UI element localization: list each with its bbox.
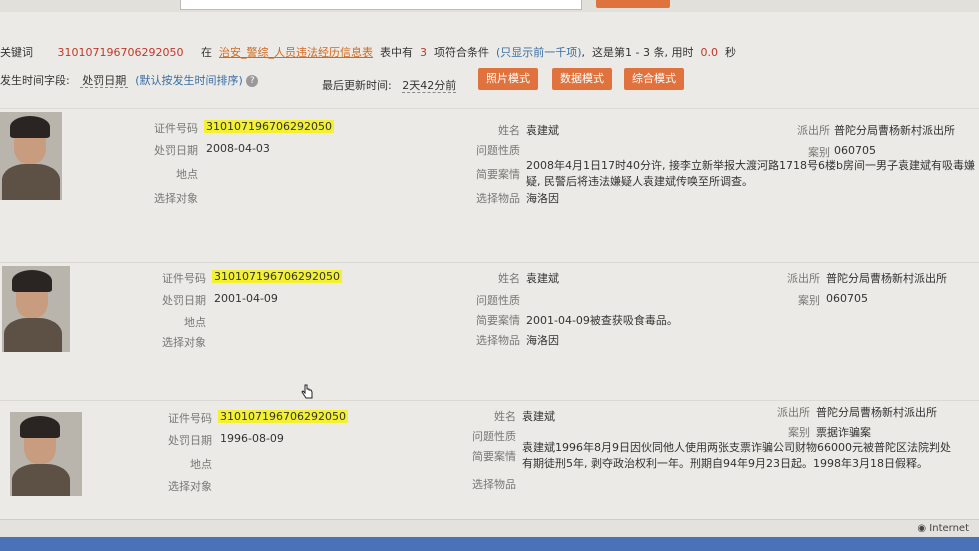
search-button[interactable] bbox=[596, 0, 670, 8]
place-label: 地点 bbox=[190, 458, 212, 471]
station-label: 派出所 bbox=[797, 124, 830, 137]
sort-label: 发生时间字段: bbox=[0, 74, 70, 87]
target-label: 选择对象 bbox=[154, 192, 198, 205]
place-label: 地点 bbox=[184, 316, 206, 329]
id-label: 证件号码 bbox=[168, 412, 212, 425]
case-label: 案别 bbox=[788, 426, 810, 439]
name-label: 姓名 bbox=[498, 124, 520, 137]
sort-hint: (默认按发生时间排序) bbox=[135, 74, 243, 87]
nature-label: 问题性质 bbox=[476, 144, 520, 157]
case-value: 060705 bbox=[826, 292, 868, 305]
station-value: 普陀分局曹杨新村派出所 bbox=[834, 124, 955, 137]
case-value: 票据诈骗案 bbox=[816, 426, 871, 439]
case-label: 案别 bbox=[808, 146, 830, 159]
date-value: 2008-04-03 bbox=[206, 142, 270, 155]
id-value: 310107196706292050 bbox=[218, 410, 348, 423]
summary-value: 2008年4月1日17时40分许, 接李立新举报大渡河路1718号6楼b房间一男… bbox=[526, 159, 975, 188]
person-photo[interactable] bbox=[2, 266, 70, 352]
nature-label: 问题性质 bbox=[472, 430, 516, 443]
time-unit: 秒 bbox=[725, 46, 736, 59]
data-mode-button[interactable]: 数据模式 bbox=[552, 68, 612, 90]
summary-label: 简要案情 bbox=[476, 168, 520, 181]
summary-label: 简要案情 bbox=[476, 314, 520, 327]
update-info: 最后更新时间: 2天42分前 bbox=[322, 77, 457, 93]
item-label: 选择物品 bbox=[476, 334, 520, 347]
place-label: 地点 bbox=[176, 168, 198, 181]
table-name-link[interactable]: 治安_警综_人员违法经历信息表 bbox=[219, 46, 373, 59]
update-label: 最后更新时间: bbox=[322, 79, 392, 92]
keyword-label: 关键词 bbox=[0, 46, 33, 59]
combined-mode-button[interactable]: 综合模式 bbox=[624, 68, 684, 90]
status-bar: ◉ Internet bbox=[0, 519, 979, 538]
divider bbox=[0, 400, 979, 401]
update-value: 2天42分前 bbox=[402, 79, 457, 93]
nature-label: 问题性质 bbox=[476, 294, 520, 307]
station-label: 派出所 bbox=[777, 406, 810, 419]
photo-mode-button[interactable]: 照片模式 bbox=[478, 68, 538, 90]
keyword-value: 310107196706292050 bbox=[57, 46, 184, 59]
taskbar bbox=[0, 537, 979, 551]
zone-label: Internet bbox=[929, 523, 969, 534]
sort-field-select[interactable]: 处罚日期 bbox=[80, 74, 129, 88]
item-label: 选择物品 bbox=[472, 478, 516, 491]
divider bbox=[0, 108, 979, 109]
item-value: 海洛因 bbox=[526, 334, 559, 347]
name-value: 袁建斌 bbox=[526, 124, 559, 137]
zone-indicator: ◉ Internet bbox=[917, 523, 969, 534]
limit-hint: (只显示前一千项) bbox=[495, 46, 582, 59]
result-count: 3 bbox=[419, 46, 427, 59]
station-value: 普陀分局曹杨新村派出所 bbox=[816, 406, 937, 419]
mid-text: 表中有 bbox=[379, 46, 413, 59]
summary-value: 2001-04-09被查获吸食毒品。 bbox=[526, 314, 678, 327]
hand-cursor-icon bbox=[301, 384, 313, 399]
result-summary: 关键词 310107196706292050 在 治安_警综_人员违法经历信息表… bbox=[0, 46, 736, 59]
name-label: 姓名 bbox=[498, 272, 520, 285]
search-input[interactable] bbox=[180, 0, 582, 10]
id-value: 310107196706292050 bbox=[204, 120, 334, 133]
date-value: 2001-04-09 bbox=[214, 292, 278, 305]
id-label: 证件号码 bbox=[162, 272, 206, 285]
top-toolbar bbox=[0, 0, 979, 12]
elapsed-time: 0.0 bbox=[700, 46, 719, 59]
help-icon[interactable]: ? bbox=[246, 75, 259, 87]
target-label: 选择对象 bbox=[162, 336, 206, 349]
person-photo[interactable] bbox=[0, 112, 62, 200]
divider bbox=[0, 262, 979, 263]
item-label: 选择物品 bbox=[476, 192, 520, 205]
date-label: 处罚日期 bbox=[154, 144, 198, 157]
summary-label: 简要案情 bbox=[472, 450, 516, 463]
id-label: 证件号码 bbox=[154, 122, 198, 135]
case-label: 案别 bbox=[798, 294, 820, 307]
name-value: 袁建斌 bbox=[526, 272, 559, 285]
globe-icon: ◉ bbox=[917, 523, 927, 534]
item-value: 海洛因 bbox=[526, 192, 559, 205]
in-label: 在 bbox=[200, 46, 212, 59]
case-value: 060705 bbox=[834, 144, 876, 157]
date-label: 处罚日期 bbox=[168, 434, 212, 447]
sort-bar: 发生时间字段: 处罚日期 (默认按发生时间排序) ? bbox=[0, 72, 259, 88]
count-text: 项符合条件 bbox=[433, 46, 489, 59]
date-label: 处罚日期 bbox=[162, 294, 206, 307]
name-label: 姓名 bbox=[494, 410, 516, 423]
summary-value: 袁建斌1996年8月9日因伙同他人使用两张支票诈骗公司财物66000元被普陀区法… bbox=[522, 441, 951, 470]
range-text: 这是第1 - 3 条, 用时 bbox=[592, 46, 694, 59]
name-value: 袁建斌 bbox=[522, 410, 555, 423]
id-value: 310107196706292050 bbox=[212, 270, 342, 283]
person-photo[interactable] bbox=[10, 412, 82, 496]
date-value: 1996-08-09 bbox=[220, 432, 284, 445]
station-label: 派出所 bbox=[787, 272, 820, 285]
target-label: 选择对象 bbox=[168, 480, 212, 493]
station-value: 普陀分局曹杨新村派出所 bbox=[826, 272, 947, 285]
